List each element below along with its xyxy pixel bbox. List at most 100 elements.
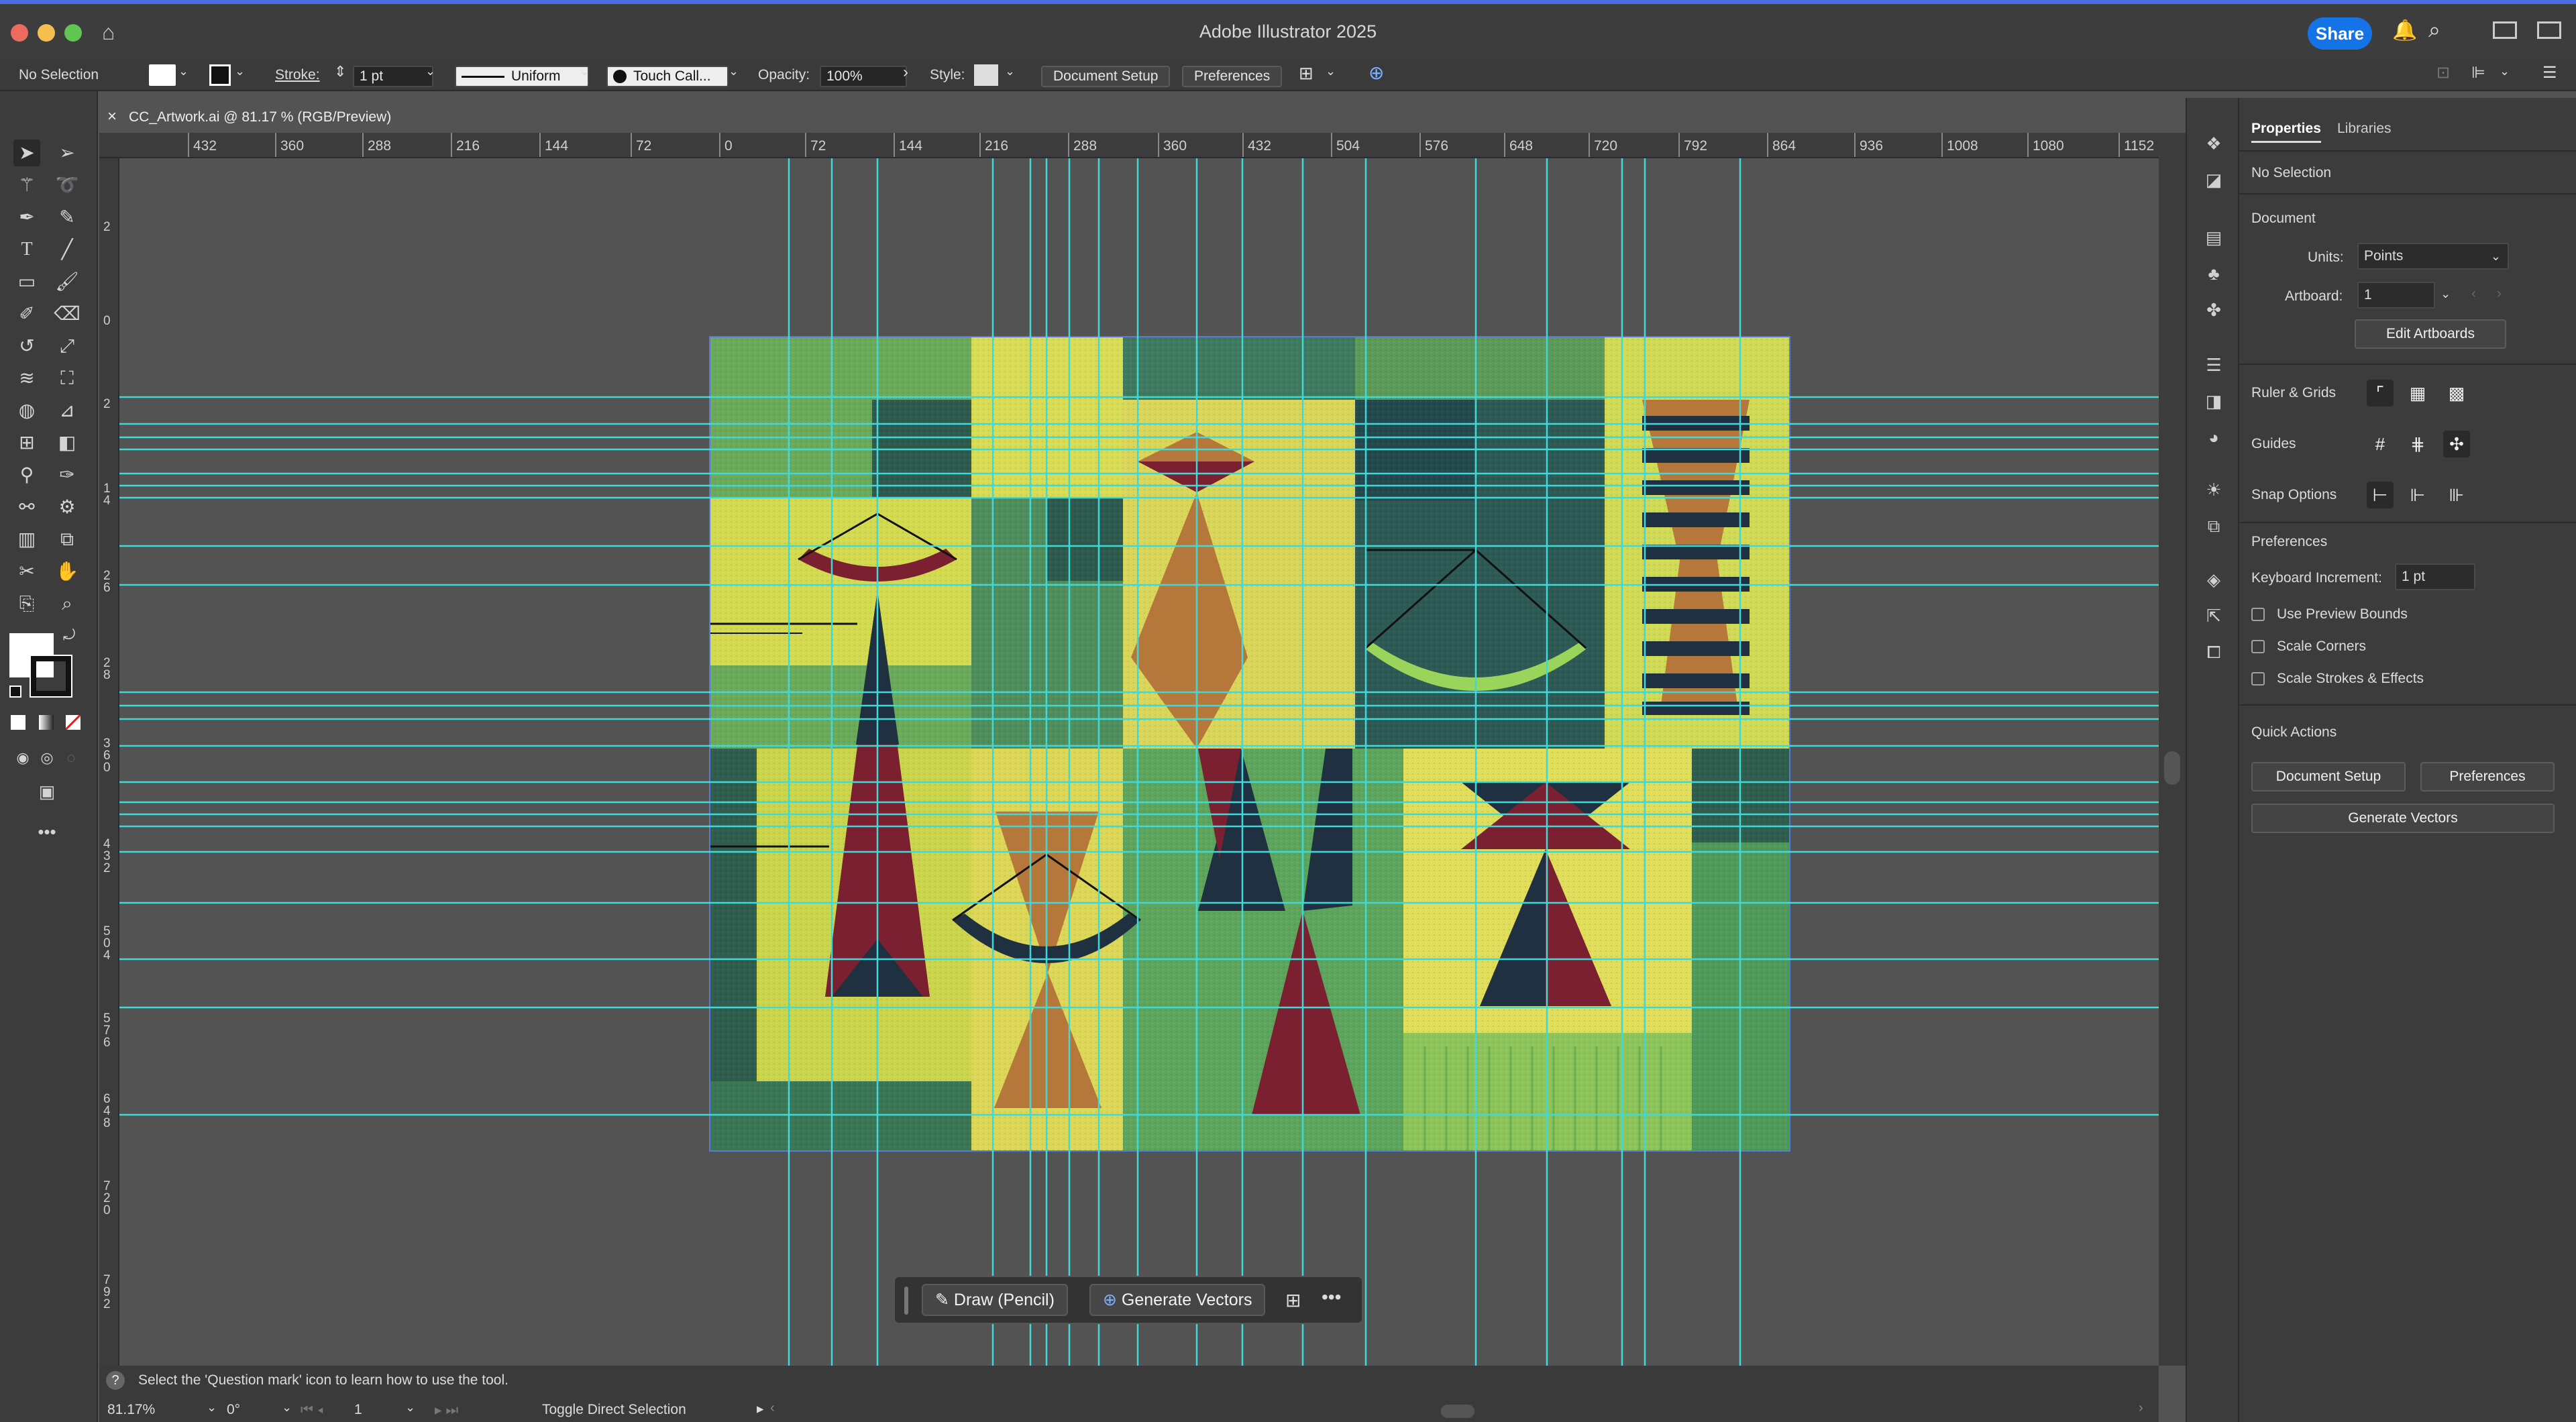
- selection-tool-icon[interactable]: ➤: [13, 140, 40, 166]
- screen-mode-icon[interactable]: ▣: [34, 778, 60, 805]
- previous-artboard-icon[interactable]: ‹: [2471, 286, 2476, 302]
- notifications-icon[interactable]: 🔔: [2392, 19, 2417, 42]
- show-guides-icon[interactable]: #: [2367, 431, 2394, 457]
- symbols-icon[interactable]: ♣: [2202, 262, 2226, 286]
- curvature-tool-icon[interactable]: ✎: [54, 204, 80, 231]
- warp-tool-icon[interactable]: ≋: [13, 365, 40, 392]
- type-tool-icon[interactable]: T: [13, 236, 40, 263]
- grid-icon[interactable]: ▦: [2404, 380, 2431, 406]
- ruler-icon[interactable]: ⌜: [2367, 380, 2394, 406]
- edit-artboards-button[interactable]: Edit Artboards: [2355, 319, 2506, 349]
- graph-tool-icon[interactable]: ▥: [13, 526, 40, 553]
- horizontal-ruler[interactable]: 432 360 288 216 144 72 0 72 144 216 288 360 432 504 57…: [99, 133, 2159, 158]
- rotate-tool-icon[interactable]: ↺: [13, 333, 40, 360]
- stroke-label[interactable]: Stroke:: [275, 66, 320, 85]
- preferences-button[interactable]: Preferences: [1182, 66, 1283, 87]
- color-mode-icon[interactable]: [11, 715, 25, 730]
- scroll-left-icon[interactable]: ‹: [770, 1401, 775, 1416]
- scroll-right-icon[interactable]: ›: [2139, 1401, 2143, 1416]
- rotation-angle[interactable]: 0°: [207, 1402, 240, 1418]
- align-icon[interactable]: ⊞: [1299, 63, 1313, 84]
- transparency-grid-icon[interactable]: ▩: [2443, 380, 2470, 406]
- scale-strokes-checkbox[interactable]: [2251, 672, 2265, 686]
- keyboard-increment-field[interactable]: 1 pt: [2395, 563, 2475, 590]
- quick-document-setup-button[interactable]: Document Setup: [2251, 762, 2406, 791]
- snap-to-grid-icon[interactable]: ⊩: [2404, 482, 2431, 508]
- slice-tool-icon[interactable]: ✂: [13, 558, 40, 585]
- export-icon[interactable]: ⇱: [2202, 604, 2226, 628]
- arrange-documents-icon[interactable]: [2537, 21, 2561, 39]
- stroke-stepper-icon[interactable]: ⇕: [334, 63, 346, 80]
- artboard-select[interactable]: 1: [2357, 282, 2435, 309]
- gradient-panel-icon[interactable]: ◨: [2202, 389, 2226, 413]
- transparency-icon[interactable]: ◕: [2202, 425, 2226, 449]
- brush-definition[interactable]: Touch Call...: [606, 66, 729, 87]
- free-transform-tool-icon[interactable]: ⛶: [54, 365, 80, 392]
- chevron-down-icon[interactable]: ⌄: [235, 64, 245, 78]
- artboard-nav-first-icon[interactable]: ⏮ ◂: [301, 1402, 323, 1418]
- style-swatch[interactable]: [974, 64, 998, 86]
- close-document-icon[interactable]: ×: [107, 107, 117, 125]
- chevron-right-icon[interactable]: ›: [903, 63, 908, 82]
- search-icon[interactable]: ⌕: [2428, 17, 2440, 43]
- drag-handle[interactable]: [904, 1287, 908, 1315]
- edit-toolbar-icon[interactable]: •••: [34, 818, 60, 845]
- perspective-grid-tool-icon[interactable]: ⊿: [54, 397, 80, 424]
- draw-behind-icon[interactable]: ◎: [34, 745, 60, 771]
- quick-preferences-button[interactable]: Preferences: [2420, 762, 2555, 791]
- hand-tool-icon[interactable]: ✋: [54, 558, 80, 585]
- asset-export-icon[interactable]: ⧉: [2202, 514, 2226, 538]
- variable-width-profile[interactable]: Uniform: [455, 66, 589, 87]
- artboards-icon[interactable]: ⧠: [2202, 640, 2226, 664]
- shaper-tool-icon[interactable]: ✐: [13, 300, 40, 327]
- tab-libraries[interactable]: Libraries: [2337, 121, 2392, 137]
- scale-tool-icon[interactable]: ⤢: [54, 333, 80, 360]
- lasso-tool-icon[interactable]: ➰: [54, 172, 80, 199]
- brushes-icon[interactable]: ✤: [2202, 298, 2226, 322]
- chevron-down-icon[interactable]: ⌄: [1326, 64, 1336, 78]
- fill-swatch[interactable]: [149, 64, 176, 86]
- layers-icon[interactable]: ◈: [2202, 567, 2226, 592]
- chevron-down-icon[interactable]: ⌄: [580, 64, 590, 78]
- use-preview-bounds-checkbox[interactable]: [2251, 608, 2265, 621]
- opacity-field[interactable]: 100%: [820, 66, 907, 87]
- artboard-artwork[interactable]: [119, 158, 2159, 1366]
- chevron-down-icon[interactable]: ⌄: [282, 1401, 292, 1415]
- stroke-color-swatch[interactable]: [30, 655, 72, 698]
- line-tool-icon[interactable]: ╱: [54, 236, 80, 263]
- help-icon[interactable]: ?: [106, 1371, 125, 1390]
- stroke-panel-icon[interactable]: ☰: [2202, 353, 2226, 377]
- horizontal-scrollbar-thumb[interactable]: [1441, 1405, 1474, 1418]
- graphic-styles-icon[interactable]: ☀: [2202, 478, 2226, 502]
- blend-tool-icon[interactable]: ⚯: [13, 494, 40, 521]
- document-tab[interactable]: × CC_Artwork.ai @ 81.17 % (RGB/Preview): [99, 101, 424, 133]
- zoom-level[interactable]: 81.17%: [107, 1402, 155, 1418]
- smart-guides-icon[interactable]: ✣: [2443, 431, 2470, 457]
- rectangle-tool-icon[interactable]: ▭: [13, 268, 40, 295]
- artboard-nav-last-icon[interactable]: ▸ ⏭: [435, 1402, 458, 1419]
- eyedropper-tool-icon[interactable]: ⚲: [13, 461, 40, 488]
- scale-corners-checkbox[interactable]: [2251, 640, 2265, 653]
- more-options-icon[interactable]: •••: [1322, 1287, 1341, 1308]
- lock-guides-icon[interactable]: ⋕: [2404, 431, 2431, 457]
- direct-selection-tool-icon[interactable]: ➢: [54, 140, 80, 166]
- share-button[interactable]: Share: [2308, 17, 2372, 50]
- chevron-down-icon[interactable]: ⌄: [1005, 64, 1015, 78]
- tab-properties[interactable]: Properties: [2251, 121, 2321, 143]
- chevron-down-icon[interactable]: ⌄: [178, 64, 189, 78]
- scrollbar-thumb[interactable]: [2164, 751, 2180, 785]
- swap-colors-icon[interactable]: ⤾: [63, 626, 75, 644]
- opacity-label[interactable]: Opacity:: [758, 66, 810, 85]
- snap-to-pixel-icon[interactable]: ⊪: [2443, 482, 2470, 508]
- paintbrush-tool-icon[interactable]: 🖌: [54, 268, 80, 295]
- draw-normal-icon[interactable]: ◉: [9, 745, 36, 771]
- pin-bar-icon[interactable]: ⊞: [1285, 1289, 1301, 1311]
- print-tiling-tool-icon[interactable]: ⎘: [13, 590, 40, 617]
- draw-pencil-button[interactable]: ✎ Draw (Pencil): [922, 1284, 1068, 1316]
- eraser-tool-icon[interactable]: ⌫: [54, 300, 80, 327]
- chevron-down-icon[interactable]: ⌄: [405, 1401, 415, 1415]
- gradient-mode-icon[interactable]: [39, 715, 54, 730]
- vertical-ruler[interactable]: 2 0 2 1 4 2 6 2 8 3 6 0 4 3 2 5 0 4 5 7 6 6 4 8 7 2…: [99, 158, 119, 1366]
- chevron-down-icon[interactable]: ⌄: [729, 64, 739, 78]
- stroke-swatch[interactable]: [209, 64, 231, 86]
